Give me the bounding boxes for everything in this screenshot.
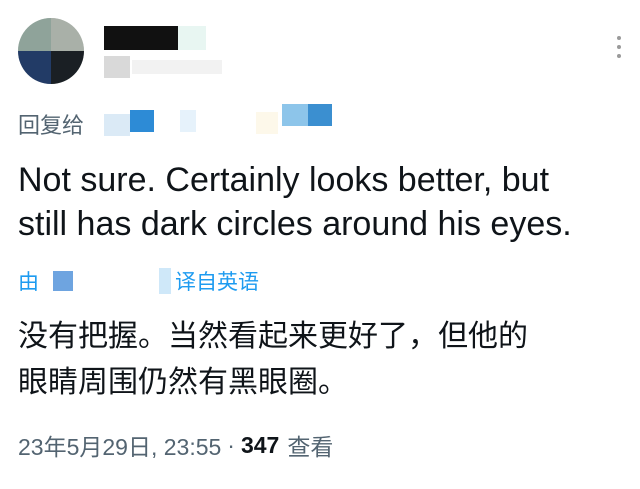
- reply-handle-redacted: [256, 112, 278, 134]
- translated-by-label: 由: [18, 270, 39, 294]
- translator-redacted: [73, 271, 159, 291]
- reply-to-row: 回复给: [18, 108, 84, 140]
- timestamp[interactable]: 23年5月29日, 23:55: [18, 428, 221, 462]
- reply-to-label: 回复给: [18, 114, 85, 139]
- tweet-card: 回复给 Not sure. Certainly looks better, bu…: [0, 0, 640, 489]
- display-name-redacted[interactable]: [104, 26, 178, 50]
- username-redacted: [132, 60, 222, 74]
- avatar-pixel: [51, 51, 84, 84]
- views-count: 347: [240, 431, 280, 458]
- reply-handle-redacted[interactable]: [130, 110, 154, 132]
- reply-handle-redacted[interactable]: [282, 104, 308, 126]
- translation-text: 没有把握。当然看起来更好了，但他的 眼睛周围仍然有黑眼圈。: [18, 319, 528, 400]
- tweet-meta: 23年5月29日, 23:55 · 347 查看: [18, 428, 333, 462]
- display-name-redacted: [178, 26, 206, 50]
- translated-by-row: 由 译自英语: [18, 266, 259, 296]
- username-redacted: [104, 56, 130, 78]
- translator-icon: [53, 271, 73, 291]
- translated-from-english-link[interactable]: 译自英语: [175, 266, 259, 296]
- views-label: 查看: [287, 435, 334, 461]
- tweet-text: Not sure. Certainly looks better, but st…: [18, 161, 572, 243]
- reply-handle-redacted[interactable]: [104, 114, 130, 136]
- meta-separator: ·: [227, 431, 235, 458]
- more-vertical-icon[interactable]: [610, 36, 628, 64]
- avatar-pixel: [51, 18, 84, 51]
- avatar-pixel: [18, 51, 51, 84]
- translator-redacted: [159, 268, 171, 294]
- avatar-pixel: [18, 18, 51, 51]
- reply-handle-redacted: [180, 110, 196, 132]
- reply-handle-redacted[interactable]: [308, 104, 332, 126]
- avatar[interactable]: [18, 18, 84, 84]
